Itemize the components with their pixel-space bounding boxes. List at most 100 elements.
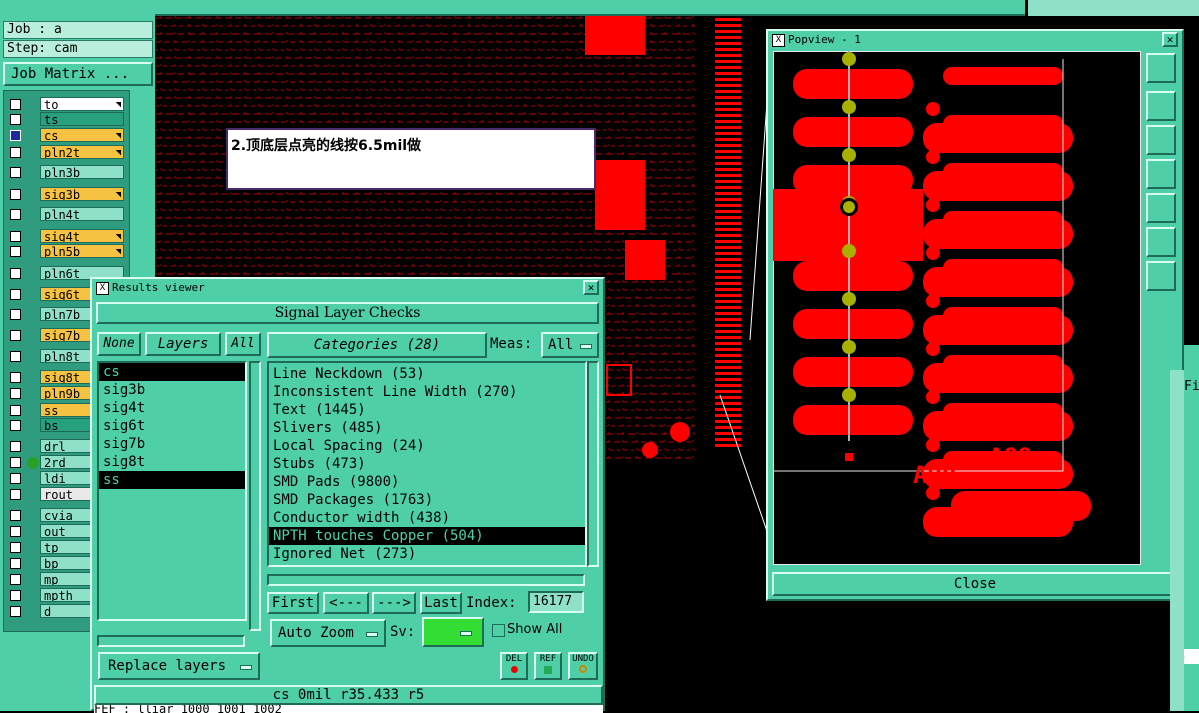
del-button[interactable]: DEL — [500, 652, 528, 680]
pan-left-icon[interactable] — [1146, 159, 1176, 189]
layer-list-hscrollbar[interactable] — [97, 635, 245, 647]
layer-row-cs[interactable]: cs ◥ — [4, 128, 124, 143]
category-list[interactable]: Line Neckdown (53) Inconsistent Line Widt… — [267, 361, 587, 567]
layer-checkbox[interactable] — [10, 606, 21, 617]
category-item[interactable]: SMD Pads (9800) — [269, 473, 585, 491]
layer-checkbox[interactable] — [10, 457, 21, 468]
pan-right-icon[interactable] — [1146, 193, 1176, 223]
layer-row-sig3b[interactable]: sig3b ◥ — [4, 187, 124, 202]
layer-checkbox[interactable] — [10, 441, 21, 452]
layer-row-pln3b[interactable]: pln3b — [4, 165, 124, 180]
layer-checkbox[interactable] — [10, 542, 21, 553]
prev-button[interactable]: <--- — [323, 592, 369, 614]
category-list-scrollbar[interactable] — [587, 361, 599, 567]
layer-row-pln4t[interactable]: pln4t — [4, 207, 124, 222]
zoom-fit-icon[interactable] — [1146, 53, 1176, 83]
category-item[interactable]: Slivers (485) — [269, 419, 585, 437]
layer-checkbox[interactable] — [10, 167, 21, 178]
zoom-out-icon[interactable] — [1146, 261, 1176, 291]
layer-checkbox[interactable] — [10, 268, 21, 279]
layer-checkbox[interactable] — [10, 510, 21, 521]
layer-name[interactable]: pln2t ◥ — [40, 145, 124, 159]
layer-checkbox[interactable] — [10, 330, 21, 341]
layer-checkbox[interactable] — [10, 590, 21, 601]
layer-row-ts[interactable]: ts — [4, 112, 124, 127]
layer-name[interactable]: to ◥ — [40, 97, 124, 111]
layer-name[interactable]: pln5b ◥ — [40, 244, 124, 258]
sv-color-dropdown[interactable] — [422, 617, 484, 647]
layer-checkbox[interactable] — [10, 526, 21, 537]
result-layer-item[interactable]: sig6t — [99, 417, 245, 435]
next-button[interactable]: ---> — [372, 592, 416, 614]
zoom-in-icon[interactable] — [1146, 227, 1176, 257]
layer-checkbox[interactable] — [10, 405, 21, 416]
result-layer-item[interactable]: sig8t — [99, 453, 245, 471]
window-menu-icon[interactable]: X — [96, 282, 109, 295]
all-button[interactable]: All — [225, 332, 261, 356]
replace-layers-dropdown[interactable]: Replace layers — [98, 652, 260, 680]
layer-list-scrollbar[interactable] — [249, 361, 261, 631]
layer-checkbox[interactable] — [10, 289, 21, 300]
pan-down-icon[interactable] — [1146, 125, 1176, 155]
result-layer-item[interactable]: sig4t — [99, 399, 245, 417]
category-item[interactable]: Line Neckdown (53) — [269, 365, 585, 383]
layer-checkbox[interactable] — [10, 574, 21, 585]
layer-checkbox[interactable] — [10, 351, 21, 362]
show-all-checkbox[interactable] — [492, 624, 505, 637]
layer-checkbox[interactable] — [10, 130, 21, 141]
layer-checkbox[interactable] — [10, 558, 21, 569]
last-button[interactable]: Last — [420, 592, 462, 614]
layer-name[interactable]: cs ◥ — [40, 128, 124, 142]
layer-name[interactable]: sig3b ◥ — [40, 187, 124, 201]
undo-button[interactable]: UNDO — [568, 652, 598, 680]
category-item[interactable]: Text (1445) — [269, 401, 585, 419]
auto-zoom-dropdown[interactable]: Auto Zoom — [270, 619, 386, 647]
layer-checkbox[interactable] — [10, 489, 21, 500]
layer-checkbox[interactable] — [10, 246, 21, 257]
layer-checkbox[interactable] — [10, 473, 21, 484]
category-item[interactable]: Inconsistent Line Width (270) — [269, 383, 585, 401]
pan-up-icon[interactable] — [1146, 91, 1176, 121]
category-item[interactable]: Conductor width (438) — [269, 509, 585, 527]
layer-name[interactable]: pln4t — [40, 207, 124, 221]
result-layer-item[interactable]: sig7b — [99, 435, 245, 453]
popview-close-button[interactable]: Close — [772, 572, 1178, 596]
meas-dropdown[interactable]: All — [541, 332, 599, 358]
category-item[interactable]: SMD Packages (1763) — [269, 491, 585, 509]
category-item[interactable]: Local Spacing (24) — [269, 437, 585, 455]
layer-row-pln2t[interactable]: pln2t ◥ — [4, 145, 124, 160]
layer-checkbox[interactable] — [10, 99, 21, 110]
layer-checkbox[interactable] — [10, 388, 21, 399]
layers-button[interactable]: Layers — [145, 332, 221, 356]
layer-name[interactable]: sig4t ◥ — [40, 229, 124, 243]
result-layer-item[interactable]: ss — [99, 471, 245, 489]
ref-button[interactable]: REF — [534, 652, 562, 680]
category-list-hscrollbar[interactable] — [267, 574, 585, 586]
first-button[interactable]: First — [267, 592, 319, 614]
layer-checkbox[interactable] — [10, 309, 21, 320]
layer-checkbox[interactable] — [10, 114, 21, 125]
category-item[interactable]: Ignored Net (273) — [269, 545, 585, 563]
window-menu-icon[interactable]: X — [772, 34, 785, 47]
popview-canvas[interactable]: A90 A89 — [773, 51, 1141, 565]
layer-checkbox[interactable] — [10, 209, 21, 220]
layer-checkbox[interactable] — [10, 231, 21, 242]
none-button[interactable]: None — [97, 332, 141, 356]
layer-row-to[interactable]: to ◥ — [4, 97, 124, 112]
index-field[interactable]: 16177 — [528, 591, 584, 613]
layer-name[interactable]: ts — [40, 112, 124, 126]
category-item[interactable]: Stubs (473) — [269, 455, 585, 473]
layer-checkbox[interactable] — [10, 420, 21, 431]
results-close-icon[interactable]: ✕ — [583, 280, 599, 295]
layer-checkbox[interactable] — [10, 372, 21, 383]
popview-close-icon[interactable]: ✕ — [1162, 32, 1178, 47]
categories-button[interactable]: Categories (28) — [267, 332, 487, 358]
layer-name[interactable]: pln3b — [40, 165, 124, 179]
layer-checkbox[interactable] — [10, 189, 21, 200]
layer-checkbox[interactable] — [10, 147, 21, 158]
category-item[interactable]: NPTH touches Copper (504) — [269, 527, 585, 545]
result-layer-item[interactable]: cs — [99, 363, 245, 381]
layer-row-pln5b[interactable]: pln5b ◥ — [4, 244, 124, 259]
layer-results-list[interactable]: cs sig3b sig4t sig6t sig7b sig8t ss — [97, 361, 247, 621]
result-layer-item[interactable]: sig3b — [99, 381, 245, 399]
